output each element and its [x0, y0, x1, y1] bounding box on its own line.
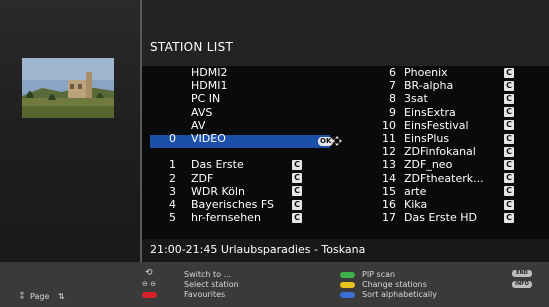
hint-select-station: Select station: [184, 280, 239, 289]
station-name: ZDF_neo: [404, 158, 453, 172]
station-number: 6: [389, 66, 396, 79]
hint-switch-to: Switch to ...: [184, 270, 232, 279]
green-button-icon: [340, 272, 355, 278]
hint-sort-alphabetically: Sort alphabetically: [362, 290, 437, 299]
station-name: Das Erste HD: [404, 211, 477, 225]
station-number: 12: [382, 145, 396, 159]
cable-badge-icon: C: [504, 159, 514, 170]
cable-badge-icon: C: [504, 212, 514, 223]
station-name: arte: [404, 184, 427, 198]
station-row[interactable]: 15 arte C: [0, 185, 549, 198]
station-number: 7: [389, 79, 396, 93]
station-row[interactable]: 10 EinsFestival C: [0, 119, 549, 132]
up-down-icon: ⊖ ⊖: [142, 280, 156, 288]
station-row[interactable]: 7 BR-alpha C: [0, 79, 549, 92]
blue-button-icon: [340, 292, 355, 298]
station-number: 14: [382, 171, 396, 185]
hint-change-stations: Change stations: [362, 280, 427, 289]
station-number: 8: [389, 92, 396, 106]
station-number: 15: [382, 184, 396, 198]
station-name: 3sat: [404, 92, 428, 106]
end-button-icon: END: [512, 270, 532, 277]
cable-badge-icon: C: [504, 199, 514, 210]
station-name: EinsPlus: [404, 132, 450, 145]
station-row[interactable]: 11 EinsPlus C: [0, 132, 549, 145]
station-name: Kika: [404, 198, 428, 211]
cable-badge-icon: C: [504, 133, 514, 144]
cable-badge-icon: C: [504, 107, 514, 118]
hint-favourites: Favourites: [184, 290, 226, 299]
info-button-icon: INFO: [512, 281, 532, 288]
header-band: [142, 0, 549, 66]
station-row[interactable]: 17 Das Erste HD C: [0, 211, 549, 224]
station-name: Phoenix: [404, 66, 448, 79]
hint-page: Page: [30, 292, 50, 301]
page-title: STATION LIST: [150, 40, 234, 54]
station-row[interactable]: 14 ZDFtheaterk... C: [0, 172, 549, 185]
station-row[interactable]: 12 ZDFinfokanal C: [0, 145, 549, 158]
station-name: EinsExtra: [404, 105, 456, 119]
station-name: BR-alpha: [404, 79, 454, 93]
station-number: 17: [382, 211, 396, 225]
station-row[interactable]: 13 ZDF_neo C: [0, 158, 549, 171]
page-updown-icon: ⇅: [58, 292, 65, 301]
cable-badge-icon: C: [504, 186, 514, 197]
station-row[interactable]: 6 Phoenix C: [0, 66, 549, 79]
rotate-icon: ⟲: [145, 268, 153, 278]
cable-badge-icon: C: [504, 173, 514, 184]
station-number: 13: [382, 158, 396, 172]
station-number: 16: [382, 198, 396, 211]
station-number: 9: [389, 105, 396, 119]
station-number: 11: [382, 132, 396, 145]
station-row[interactable]: 16 Kika C: [0, 198, 549, 211]
station-name: EinsFestival: [404, 118, 469, 132]
tv-screen: STATION LIST HDMI2 HDMI1 PC IN AVS AV 0 VIDEO 1…: [0, 0, 549, 307]
hint-pip-scan: PIP scan: [362, 270, 396, 279]
cable-badge-icon: C: [504, 120, 514, 131]
yellow-button-icon: [340, 282, 355, 288]
cable-badge-icon: C: [504, 67, 514, 78]
station-name: ZDFtheaterk...: [404, 171, 484, 185]
program-info: 21:00-21:45 Urlaubsparadies - Toskana: [150, 243, 366, 256]
station-name: ZDFinfokanal: [404, 145, 476, 159]
station-number: 10: [382, 118, 396, 132]
navigate-arrows-icon: [332, 136, 342, 146]
cable-badge-icon: C: [504, 93, 514, 104]
station-row[interactable]: 9 EinsExtra C: [0, 106, 549, 119]
page-icon: ⁑: [20, 292, 24, 301]
cable-badge-icon: C: [504, 146, 514, 157]
cable-badge-icon: C: [504, 80, 514, 91]
station-row[interactable]: 8 3sat C: [0, 92, 549, 105]
red-button-icon: [142, 292, 157, 298]
button-hint-bar: ⟲ Switch to ... ⊖ ⊖ Select station Favou…: [0, 262, 549, 307]
